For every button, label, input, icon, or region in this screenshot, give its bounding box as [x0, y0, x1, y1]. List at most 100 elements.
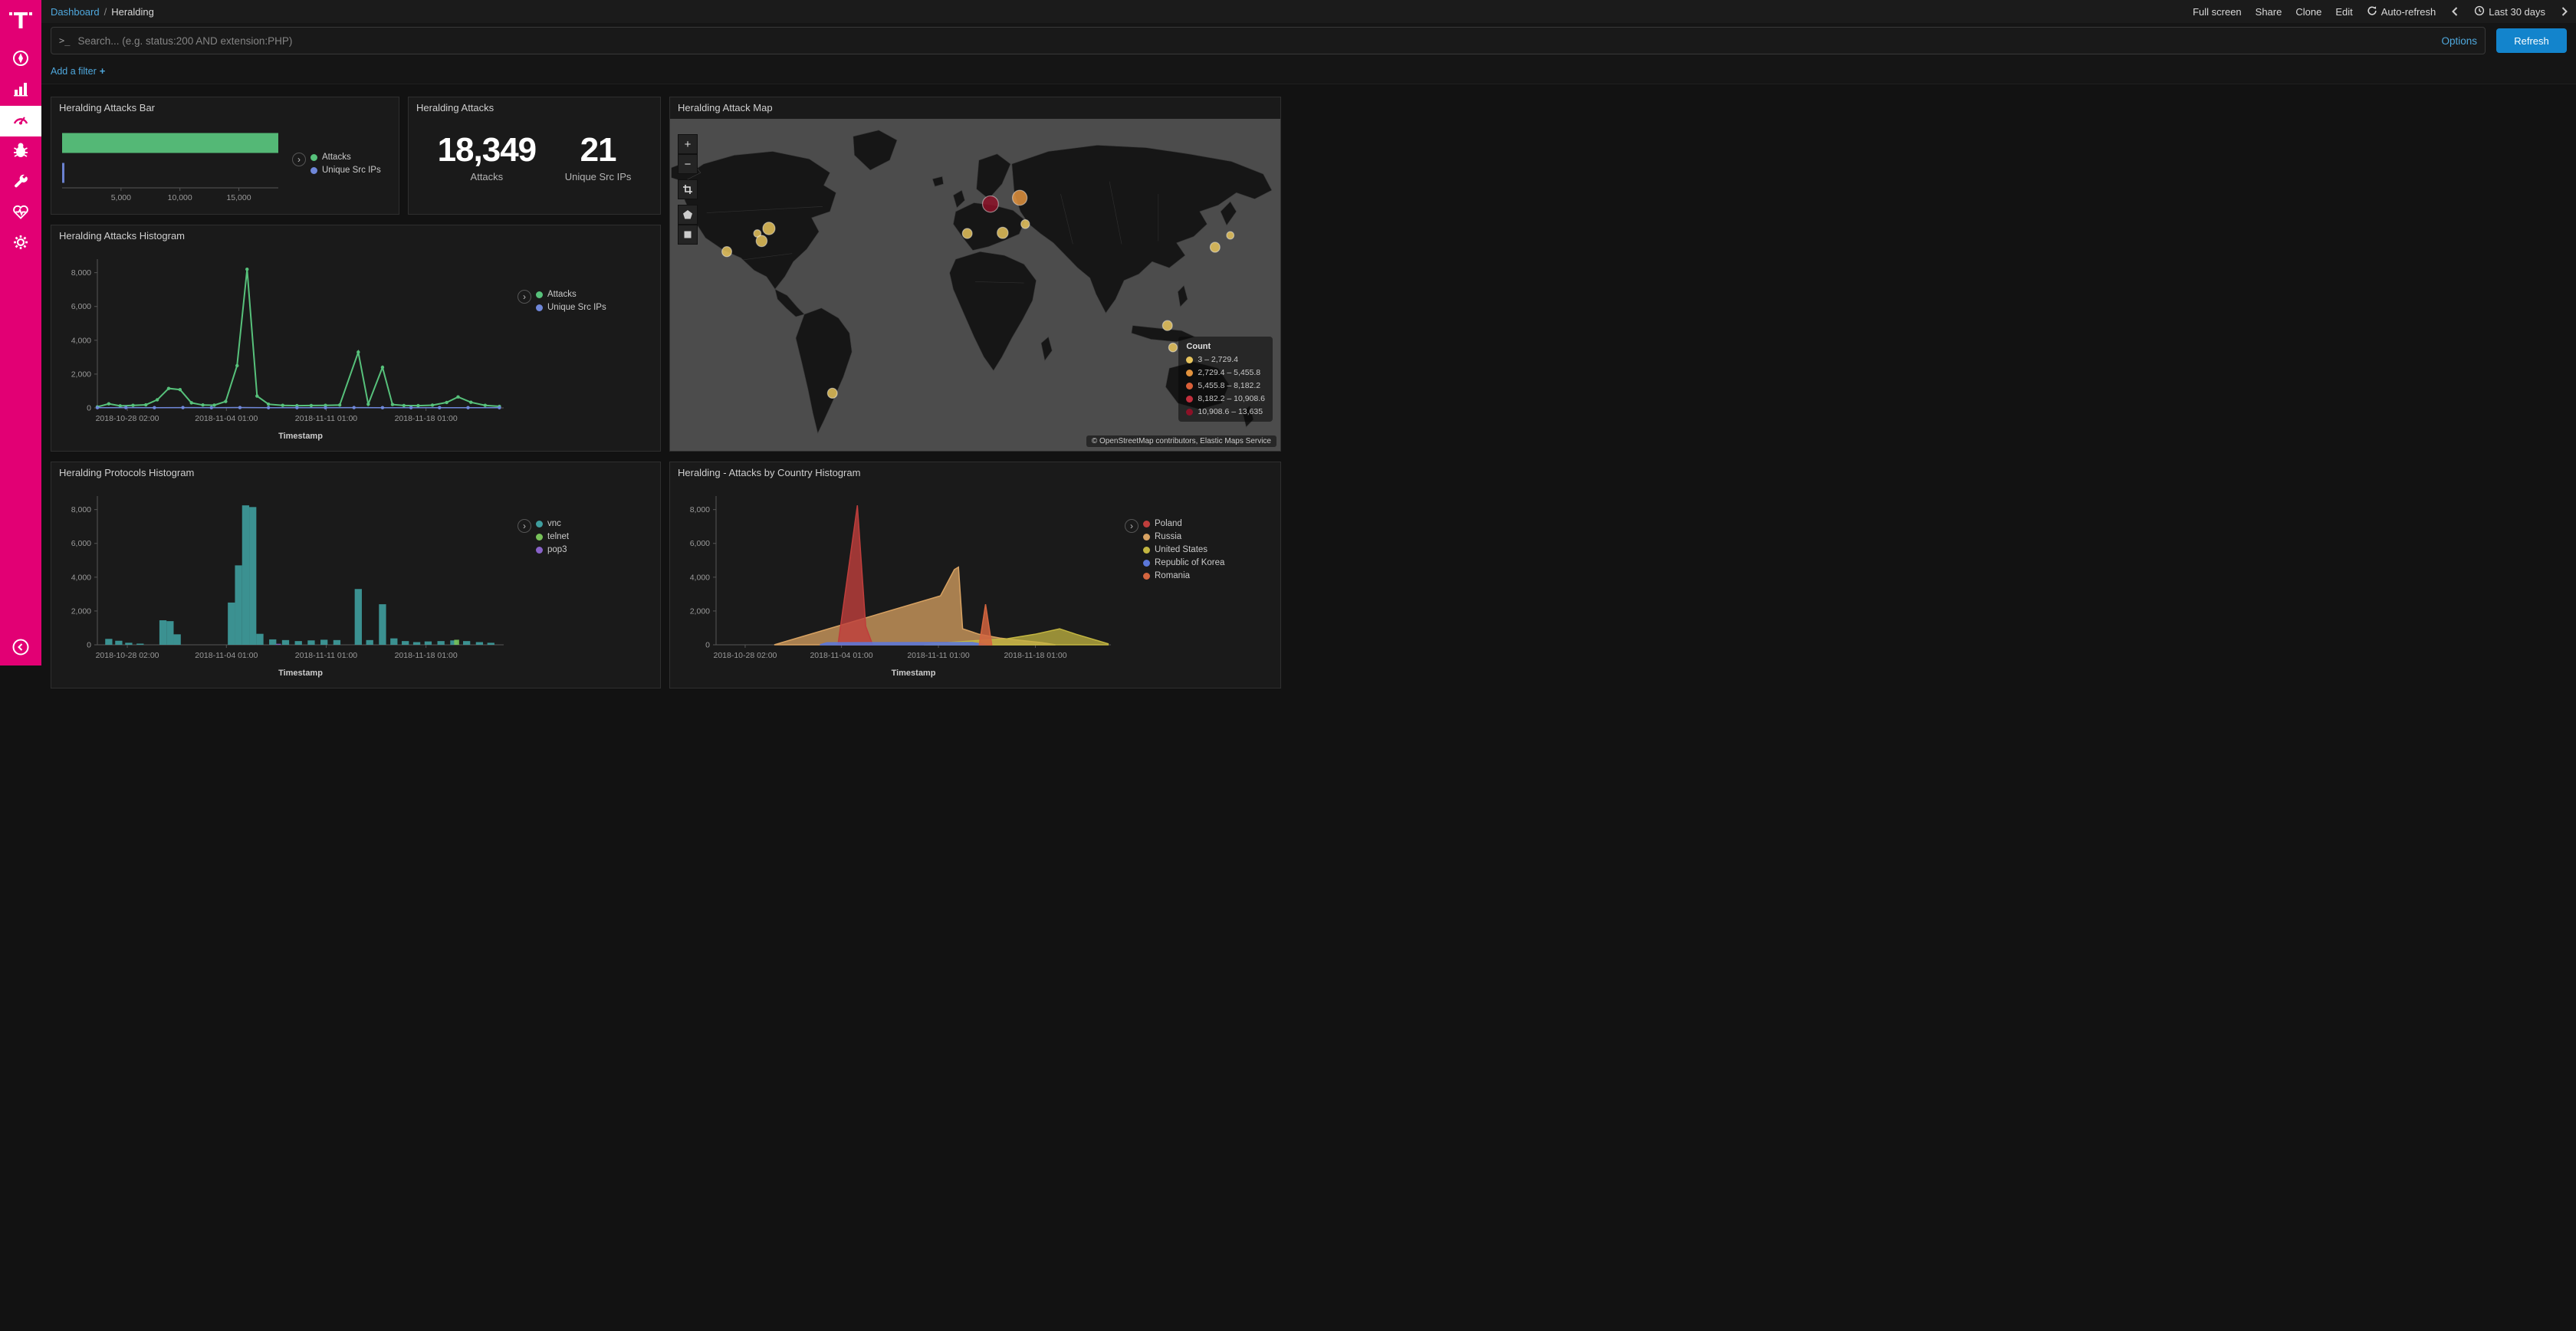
share-button[interactable]: Share: [2256, 6, 2282, 18]
svg-text:2018-11-18 01:00: 2018-11-18 01:00: [395, 651, 458, 660]
metric-value: 21: [565, 131, 632, 169]
plus-icon: +: [100, 65, 106, 77]
panel-title[interactable]: Heralding Attacks Bar: [51, 97, 399, 119]
chart-canvas[interactable]: 5,00010,00015,000: [59, 122, 289, 205]
map-attack-marker[interactable]: [722, 247, 732, 257]
clone-button[interactable]: Clone: [2295, 6, 2321, 18]
breadcrumb-dashboard-link[interactable]: Dashboard: [51, 6, 100, 18]
sidebar-item-monitoring[interactable]: [0, 198, 41, 228]
sidebar-item-t-pot[interactable]: [0, 136, 41, 167]
sidebar-item-discover[interactable]: [0, 44, 41, 75]
top-navbar: Dashboard / Heralding Full screen Share …: [41, 0, 2576, 24]
map-attack-marker[interactable]: [827, 388, 837, 398]
panel-title[interactable]: Heralding Attacks: [409, 97, 660, 119]
panel-heralding-attack-map: Heralding Attack Map: [669, 97, 1281, 452]
map-zoom-out-button[interactable]: [678, 154, 698, 174]
map-attack-marker[interactable]: [763, 222, 775, 235]
legend-item[interactable]: Republic of Korea: [1143, 558, 1224, 567]
legend-item[interactable]: 3 – 2,729.4: [1186, 355, 1265, 364]
legend-item[interactable]: Unique Src IPs: [310, 166, 381, 175]
sidebar-item-dev-tools[interactable]: [0, 167, 41, 198]
map-attack-marker[interactable]: [1210, 242, 1220, 252]
auto-refresh-button[interactable]: Auto-refresh: [2367, 5, 2436, 18]
legend-item[interactable]: 8,182.2 – 10,908.6: [1186, 394, 1265, 403]
legend-toggle-button[interactable]: [1125, 519, 1138, 533]
telekom-logo[interactable]: [8, 6, 34, 32]
full-screen-button[interactable]: Full screen: [2193, 6, 2242, 18]
sidebar-item-dashboard[interactable]: [0, 106, 41, 136]
map-attack-marker[interactable]: [997, 227, 1008, 238]
search-field[interactable]: >_ Options: [51, 27, 2486, 54]
map-attack-marker[interactable]: [983, 196, 999, 212]
svg-text:2018-10-28 02:00: 2018-10-28 02:00: [96, 414, 159, 423]
panel-title[interactable]: Heralding Attack Map: [670, 97, 1280, 119]
metric-attacks: 18,349 Attacks: [438, 131, 537, 182]
refresh-button[interactable]: Refresh: [2496, 28, 2567, 53]
legend-swatch-icon: [1143, 547, 1150, 554]
sidebar-item-visualize[interactable]: [0, 75, 41, 106]
legend-toggle-button[interactable]: [518, 290, 531, 304]
time-forward-button[interactable]: [2559, 6, 2570, 17]
svg-text:4,000: 4,000: [71, 336, 91, 345]
edit-button[interactable]: Edit: [2335, 6, 2352, 18]
legend-toggle-button[interactable]: [292, 153, 306, 166]
svg-text:10,000: 10,000: [168, 193, 192, 202]
panel-title[interactable]: Heralding Attacks Histogram: [51, 225, 660, 247]
chart-canvas[interactable]: 02,0004,0006,0008,0002018-10-28 02:00201…: [59, 487, 511, 680]
time-back-button[interactable]: [2450, 6, 2460, 17]
svg-text:8,000: 8,000: [690, 505, 710, 514]
search-options-link[interactable]: Options: [2441, 35, 2477, 47]
legend-item[interactable]: Romania: [1143, 571, 1224, 580]
attacks-bar-chart[interactable]: 5,00010,00015,000: [59, 122, 289, 205]
legend-item[interactable]: Unique Src IPs: [536, 303, 606, 312]
legend-toggle-button[interactable]: [518, 519, 531, 533]
legend-label: Attacks: [547, 290, 577, 299]
world-map[interactable]: Count 3 – 2,729.42,729.4 – 5,455.85,455.…: [670, 119, 1280, 451]
legend-item[interactable]: 2,729.4 – 5,455.8: [1186, 368, 1265, 377]
map-attack-marker[interactable]: [1021, 220, 1030, 228]
search-bar-row: >_ Options Refresh: [41, 23, 2576, 58]
legend-item[interactable]: 10,908.6 – 13,635: [1186, 407, 1265, 416]
legend-label: vnc: [547, 519, 561, 528]
svg-text:2018-11-11 01:00: 2018-11-11 01:00: [907, 651, 970, 660]
legend-item[interactable]: United States: [1143, 545, 1224, 554]
attacks-histogram-chart[interactable]: 02,0004,0006,0008,0002018-10-28 02:00201…: [59, 250, 511, 443]
map-fit-bounds-button[interactable]: [678, 179, 698, 199]
panel-title[interactable]: Heralding - Attacks by Country Histogram: [670, 462, 1280, 484]
time-range-picker[interactable]: Last 30 days: [2474, 5, 2545, 18]
panel-title[interactable]: Heralding Protocols Histogram: [51, 462, 660, 484]
map-rectangle-tool-button[interactable]: [678, 225, 698, 245]
svg-text:8,000: 8,000: [71, 268, 91, 278]
legend-swatch-icon: [310, 167, 317, 174]
svg-text:Timestamp: Timestamp: [892, 669, 936, 678]
map-polygon-tool-button[interactable]: [678, 205, 698, 225]
sidebar-item-management[interactable]: [0, 228, 41, 259]
legend-item[interactable]: pop3: [536, 545, 569, 554]
svg-text:2018-10-28 02:00: 2018-10-28 02:00: [96, 651, 159, 660]
legend-item[interactable]: vnc: [536, 519, 569, 528]
map-attack-marker[interactable]: [962, 228, 972, 238]
legend-item[interactable]: Attacks: [310, 153, 381, 162]
map-attack-marker[interactable]: [756, 235, 767, 247]
map-zoom-in-button[interactable]: [678, 134, 698, 154]
country-histogram-chart[interactable]: 02,0004,0006,0008,0002018-10-28 02:00201…: [678, 487, 1119, 680]
legend-item[interactable]: 5,455.8 – 8,182.2: [1186, 381, 1265, 390]
legend-item[interactable]: Russia: [1143, 532, 1224, 541]
map-attribution[interactable]: © OpenStreetMap contributors, Elastic Ma…: [1086, 435, 1276, 447]
chart-canvas[interactable]: 02,0004,0006,0008,0002018-10-28 02:00201…: [59, 250, 511, 443]
svg-text:Timestamp: Timestamp: [278, 432, 323, 441]
legend-item[interactable]: telnet: [536, 532, 569, 541]
sidebar-collapse-button[interactable]: [0, 632, 41, 666]
map-attack-marker[interactable]: [1168, 343, 1177, 351]
legend-label: pop3: [547, 545, 567, 554]
chart-canvas[interactable]: 02,0004,0006,0008,0002018-10-28 02:00201…: [678, 487, 1119, 680]
add-filter-link[interactable]: Add a filter+: [51, 65, 105, 77]
legend-swatch-icon: [536, 547, 543, 554]
legend-item[interactable]: Poland: [1143, 519, 1224, 528]
map-attack-marker[interactable]: [1013, 190, 1027, 205]
map-attack-marker[interactable]: [1227, 232, 1234, 239]
legend-item[interactable]: Attacks: [536, 290, 606, 299]
protocols-histogram-chart[interactable]: 02,0004,0006,0008,0002018-10-28 02:00201…: [59, 487, 511, 680]
map-attack-marker[interactable]: [1162, 320, 1172, 330]
search-input[interactable]: [76, 35, 2435, 48]
